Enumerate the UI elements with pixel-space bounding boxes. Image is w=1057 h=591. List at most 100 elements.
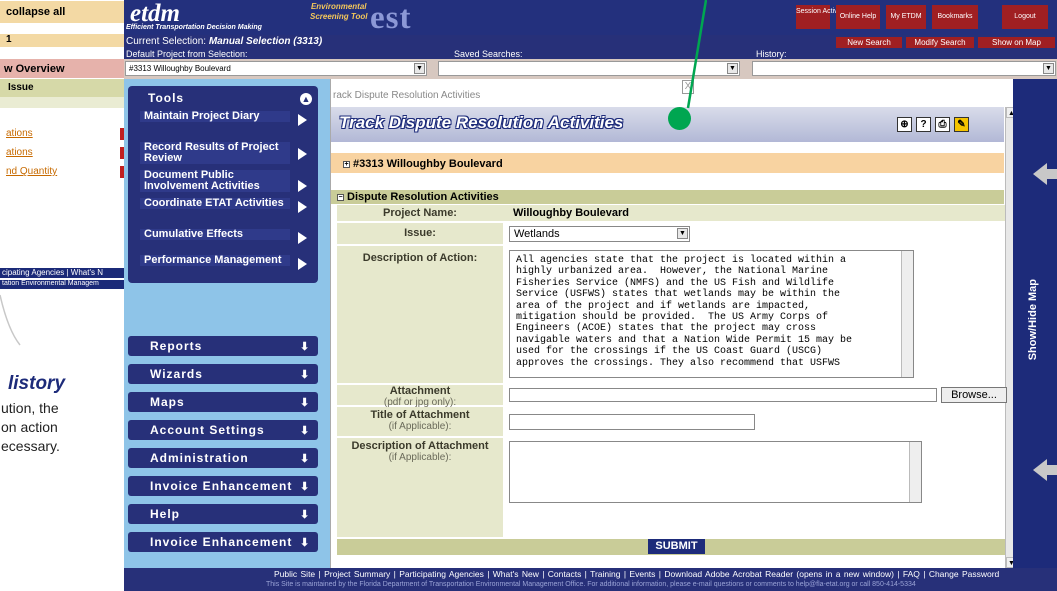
dispute-section-bar[interactable]: − Dispute Resolution Activities [331,190,1004,204]
show-hide-map-label[interactable]: Show/Hide Map [1027,279,1039,360]
footer-links[interactable]: Public Site | Project Summary | Particip… [274,569,999,579]
left-link[interactable]: nd Quantity [6,166,124,177]
tool-cumulative-effects[interactable]: Cumulative Effects [140,229,310,244]
arrow-down-icon: ⬇ [300,341,311,353]
logout-button[interactable]: Logout [1002,5,1048,29]
top-header: etdm Efficient Transportation Decision M… [124,0,1057,36]
menu-label: Wizards [150,367,203,381]
invoice-enhancement-menu-button[interactable]: Invoice Enhancement ⬇ [128,476,318,496]
left-link[interactable]: ations [6,128,124,139]
current-selection-label: Current Selection: [126,36,207,47]
triangle-right-icon [298,148,307,160]
est-logo: est [370,0,412,36]
left-number: 1 [0,34,124,47]
history-line: ution, the [1,400,59,416]
left-footer-links: cipating Agencies | What's N [0,268,124,278]
project-name-cell: Willoughby Boulevard [503,205,1005,221]
tool-label: Cumulative Effects [140,229,290,240]
menu-label: Maps [150,395,185,409]
tool-record-results[interactable]: Record Results of Project Review [140,142,310,164]
annotation-dot [668,107,691,130]
tool-label: Performance Management [140,255,290,266]
modify-search-button[interactable]: Modify Search [906,37,974,48]
tool-label: Document Public Involvement Activities [140,170,290,192]
saved-searches-label: Saved Searches: [454,49,523,59]
tool-document-public-involvement[interactable]: Document Public Involvement Activities [140,170,310,192]
attachment-title-input[interactable] [509,414,755,430]
attachment-description-textarea[interactable] [509,441,922,503]
wizards-menu-button[interactable]: Wizards ⬇ [128,364,318,384]
attachment-label: Attachment (pdf or jpg only): [337,385,503,408]
footer-note: This Site is maintained by the Florida D… [266,581,916,588]
tool-coordinate-etat[interactable]: Coordinate ETAT Activities [140,198,310,213]
history-line: ecessary. [1,438,60,454]
description-row: Description of Action: All agencies stat… [337,246,1005,384]
invoice-enhancement-menu-button-2[interactable]: Invoice Enhancement ⬇ [128,532,318,552]
submit-button[interactable]: SUBMIT [648,539,705,554]
new-search-button[interactable]: New Search [836,37,902,48]
bookmarks-button[interactable]: Bookmarks [932,5,978,29]
reports-menu-button[interactable]: Reports ⬇ [128,336,318,356]
history-select[interactable]: ▼ [752,61,1056,76]
administration-menu-button[interactable]: Administration ⬇ [128,448,318,468]
print-icon[interactable]: ⎙ [935,117,950,132]
attachment-file-input[interactable] [509,388,937,402]
browse-button[interactable]: Browse... [941,387,1007,403]
page-header: Track Dispute Resolution Activities ⊕ ? … [331,107,1004,142]
arrow-left-icon-tail [1046,465,1057,475]
arrow-down-icon: ⬇ [300,481,311,493]
pdf-report-icon[interactable]: ✎ [954,117,969,132]
project-section-bar[interactable]: + #3313 Willoughby Boulevard [331,153,1004,173]
chevron-down-icon[interactable]: ▼ [1043,63,1054,74]
attachment-description-label: Description of Attachment (if Applicable)… [337,440,503,463]
globe-help-icon[interactable]: ⊕ [897,117,912,132]
arrow-down-icon: ⬇ [300,397,311,409]
default-project-select[interactable]: #3313 Willoughby Boulevard ▼ [125,61,427,76]
overview-header[interactable]: w Overview [0,59,124,78]
submit-row: SUBMIT [337,539,1005,555]
map-toggle-panel[interactable]: Show/Hide Map [1013,79,1057,568]
decorative-curve [0,294,21,346]
arrow-left-icon[interactable] [1033,459,1047,481]
online-help-button[interactable]: Online Help [836,5,880,29]
chevron-down-icon[interactable]: ▼ [414,63,425,74]
triangle-right-icon [298,258,307,270]
issue-select[interactable]: Wetlands ▼ [509,226,690,242]
my-etdm-button[interactable]: My ETDM [886,5,926,29]
arrow-left-icon-tail [1046,169,1057,179]
textarea-scrollbar[interactable] [901,251,913,377]
collapse-all-link[interactable]: collapse all [0,1,124,23]
triangle-right-icon [298,201,307,213]
menu-label: Reports [150,339,203,353]
issue-cell: Wetlands ▼ [503,223,1005,244]
attachment-title-label-text: Title of Attachment [370,409,470,421]
tool-label: Record Results of Project Review [140,142,290,164]
textarea-scrollbar[interactable] [909,442,921,502]
description-textarea[interactable]: All agencies state that the project is l… [509,250,914,378]
question-icon[interactable]: ? [916,117,931,132]
maps-menu-button[interactable]: Maps ⬇ [128,392,318,412]
collapse-minus-icon[interactable]: − [337,193,344,201]
chevron-down-icon[interactable]: ▼ [677,228,688,239]
help-menu-button[interactable]: Help ⬇ [128,504,318,524]
tools-header[interactable]: Tools [128,91,318,107]
tool-performance-management[interactable]: Performance Management [140,255,310,270]
left-link[interactable]: ations [6,147,124,158]
attachment-title-row: Title of Attachment (if Applicable): [337,407,1005,437]
triangle-right-icon [298,232,307,244]
left-background-panel: collapse all 1 w Overview Issue ations a… [0,0,124,591]
dispute-section-title: − Dispute Resolution Activities [337,191,499,203]
collapse-circle-icon[interactable]: ▲ [300,93,312,105]
attachment-description-cell [503,438,1005,537]
attachment-label-text: Attachment [389,385,451,397]
project-name-value: Willoughby Boulevard [513,207,630,219]
arrow-left-icon[interactable] [1033,163,1047,185]
chevron-down-icon[interactable]: ▼ [727,63,738,74]
issue-label: Issue: [404,227,436,239]
dispute-section-label: Dispute Resolution Activities [347,191,499,203]
show-on-map-button[interactable]: Show on Map [978,37,1055,48]
expand-plus-icon[interactable]: + [343,160,350,168]
account-settings-menu-button[interactable]: Account Settings ⬇ [128,420,318,440]
tool-maintain-project-diary[interactable]: Maintain Project Diary [140,111,310,126]
session-active-button[interactable]: Session Active [796,5,842,29]
